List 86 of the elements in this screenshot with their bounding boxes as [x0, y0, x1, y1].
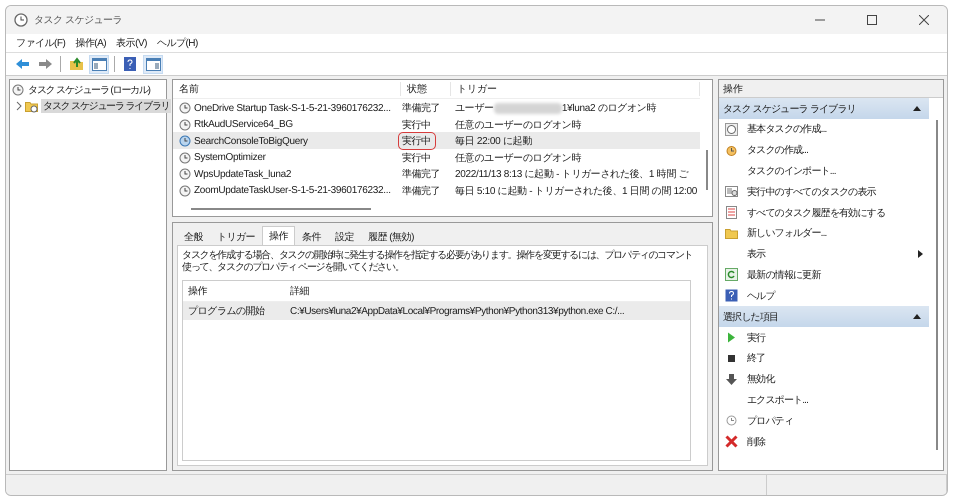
folder-clock-icon — [25, 100, 39, 112]
task-trigger: 1¥luna2 のログオン時 — [562, 102, 656, 115]
task-status: 実行中 — [401, 118, 432, 132]
tree-item[interactable]: タスク スケジューラ ライブラリ — [41, 99, 172, 113]
task-name: WpsUpdateTask_luna2 — [194, 168, 292, 180]
task-status: 準備完了 — [401, 102, 441, 116]
tab[interactable]: 全般 — [177, 228, 210, 245]
menu-item[interactable]: 表示(V) — [116, 36, 147, 50]
down-arrow-icon — [725, 372, 738, 386]
toolbar-button[interactable] — [143, 54, 163, 74]
list-clock-icon — [725, 185, 738, 198]
tab[interactable]: 設定 — [328, 228, 361, 245]
maximize-icon — [867, 15, 877, 25]
task-trigger: 毎日 5:10 に起動 - トリガーされた後、1 日間 の間 12:00 — [455, 184, 698, 198]
column-header[interactable]: 名前 — [173, 82, 401, 96]
back-arrow-icon — [14, 58, 30, 70]
action-item[interactable]: タスクの作成... — [719, 140, 929, 161]
action-item[interactable]: プロパティ — [719, 410, 929, 432]
forward-arrow-icon — [38, 58, 52, 70]
tree-item[interactable]: タスク スケジューラ (ローカル) — [26, 83, 152, 97]
toolbar-button[interactable] — [89, 54, 109, 74]
description-text: 使って、タスクのプロパティ ページを開いてください。 — [182, 262, 404, 274]
history-list-icon — [725, 206, 738, 220]
task-status: 準備完了 — [401, 184, 441, 198]
collapsed-chevron-icon[interactable] — [15, 101, 23, 111]
folder-icon — [725, 226, 738, 240]
task-name: ZoomUpdateTaskUser-S-1-5-21-3960176232... — [194, 185, 391, 196]
action-item[interactable]: ヘルプ — [719, 285, 929, 306]
task-row[interactable]: OneDrive Startup Task-S-1-5-21-3960176232... 準備完了 ユーザー 1¥luna2 のログオン時 — [173, 99, 700, 116]
pane-title: 操作 — [719, 80, 943, 98]
task-trigger: 任意のユーザーのログオン時 — [455, 152, 582, 164]
section-header[interactable]: 選択した項目 — [719, 306, 929, 328]
action-item[interactable]: エクスポート... — [719, 390, 929, 410]
description-text: タスクを作成する場合、タスクの開始時に発生する操作を指定する必要があります。操作を変更するには、プロパティのコマント — [182, 250, 692, 262]
action-item[interactable]: 新しいフォルダー... — [719, 222, 929, 244]
table-cell-text: C:¥Users¥luna2¥AppData¥Local¥Programs¥Python¥Python313¥python.exe C:/... — [289, 306, 626, 316]
action-item[interactable]: 表示 — [719, 244, 929, 265]
action-item[interactable]: 基本タスクの作成... — [719, 119, 929, 140]
action-item[interactable]: 無効化 — [719, 368, 929, 390]
window-title: タスク スケジューラ — [34, 14, 123, 27]
folder-up-icon — [68, 57, 84, 71]
task-trigger: 2022/11/13 8:13 に起動 - トリガーされた後、1 時間 ご — [455, 168, 688, 181]
action-item[interactable]: 最新の情報に更新 — [719, 264, 929, 286]
task-name: SystemOptimizer — [194, 152, 266, 163]
delete-icon — [725, 435, 738, 448]
task-row[interactable]: RtkAudUService64_BG 実行中 任意のユーザーのログオン時 — [173, 116, 700, 132]
menu-item[interactable]: 操作(A) — [75, 36, 106, 50]
task-name: RtkAudUService64_BG — [194, 119, 293, 130]
panel-left-icon — [92, 58, 106, 70]
column-header[interactable]: 詳細 — [285, 284, 630, 298]
task-trigger: 毎日 22:00 に起動 — [455, 134, 532, 148]
column-header[interactable]: トリガー — [451, 82, 700, 96]
help-icon — [725, 289, 738, 302]
submenu-caret-icon — [918, 250, 923, 258]
section-header[interactable]: タスク スケジューラ ライブラリ — [719, 98, 929, 119]
task-name: OneDrive Startup Task-S-1-5-21-3960176232... — [194, 102, 391, 114]
menu-item[interactable]: ファイル(F) — [16, 36, 66, 50]
table-cell-text: プログラムの開始 — [187, 304, 266, 318]
tab[interactable]: 操作 — [262, 226, 295, 245]
task-row[interactable]: SearchConsoleToBigQuery 実行中 毎日 22:00 に起動 — [173, 132, 700, 148]
task-name: SearchConsoleToBigQuery — [194, 136, 308, 146]
task-trigger: 任意のユーザーのログオン時 — [455, 118, 582, 132]
task-trigger: ユーザー — [455, 102, 494, 115]
task-status: 実行中 — [398, 132, 436, 150]
close-icon — [919, 15, 929, 25]
task-row[interactable]: SystemOptimizer 実行中 任意のユーザーのログオン時 — [173, 148, 700, 165]
action-item[interactable]: 実行中のすべてのタスクの表示 — [719, 181, 929, 202]
task-row[interactable]: WpsUpdateTask_luna2 準備完了 2022/11/13 8:13 に起動 - トリガーされた後、1 時間 ご — [173, 165, 700, 182]
action-item[interactable]: 削除 — [719, 431, 929, 452]
action-item[interactable]: 終了 — [719, 348, 929, 369]
help-icon — [124, 57, 136, 71]
task-status: 実行中 — [401, 152, 432, 166]
refresh-icon — [725, 268, 738, 282]
column-header[interactable]: 状態 — [401, 82, 451, 96]
tab[interactable]: 履歴 (無効) — [361, 228, 421, 245]
action-item[interactable]: 実行 — [719, 327, 929, 348]
minimize-icon — [815, 19, 825, 21]
column-header[interactable]: 操作 — [183, 284, 285, 298]
tab[interactable]: 条件 — [295, 228, 328, 245]
action-item[interactable]: タスクのインポート... — [719, 160, 929, 182]
tab[interactable]: トリガー — [210, 228, 262, 245]
action-item[interactable]: すべてのタスク履歴を有効にする — [719, 202, 929, 223]
task-status: 準備完了 — [401, 168, 441, 182]
task-row[interactable]: ZoomUpdateTaskUser-S-1-5-21-3960176232... 準備完了 毎日 5:10 に起動 - トリガーされた後、1 日間 の間 12:00 — [173, 182, 700, 198]
panel-right-icon — [146, 58, 160, 70]
menu-item[interactable]: ヘルプ(H) — [156, 36, 198, 50]
